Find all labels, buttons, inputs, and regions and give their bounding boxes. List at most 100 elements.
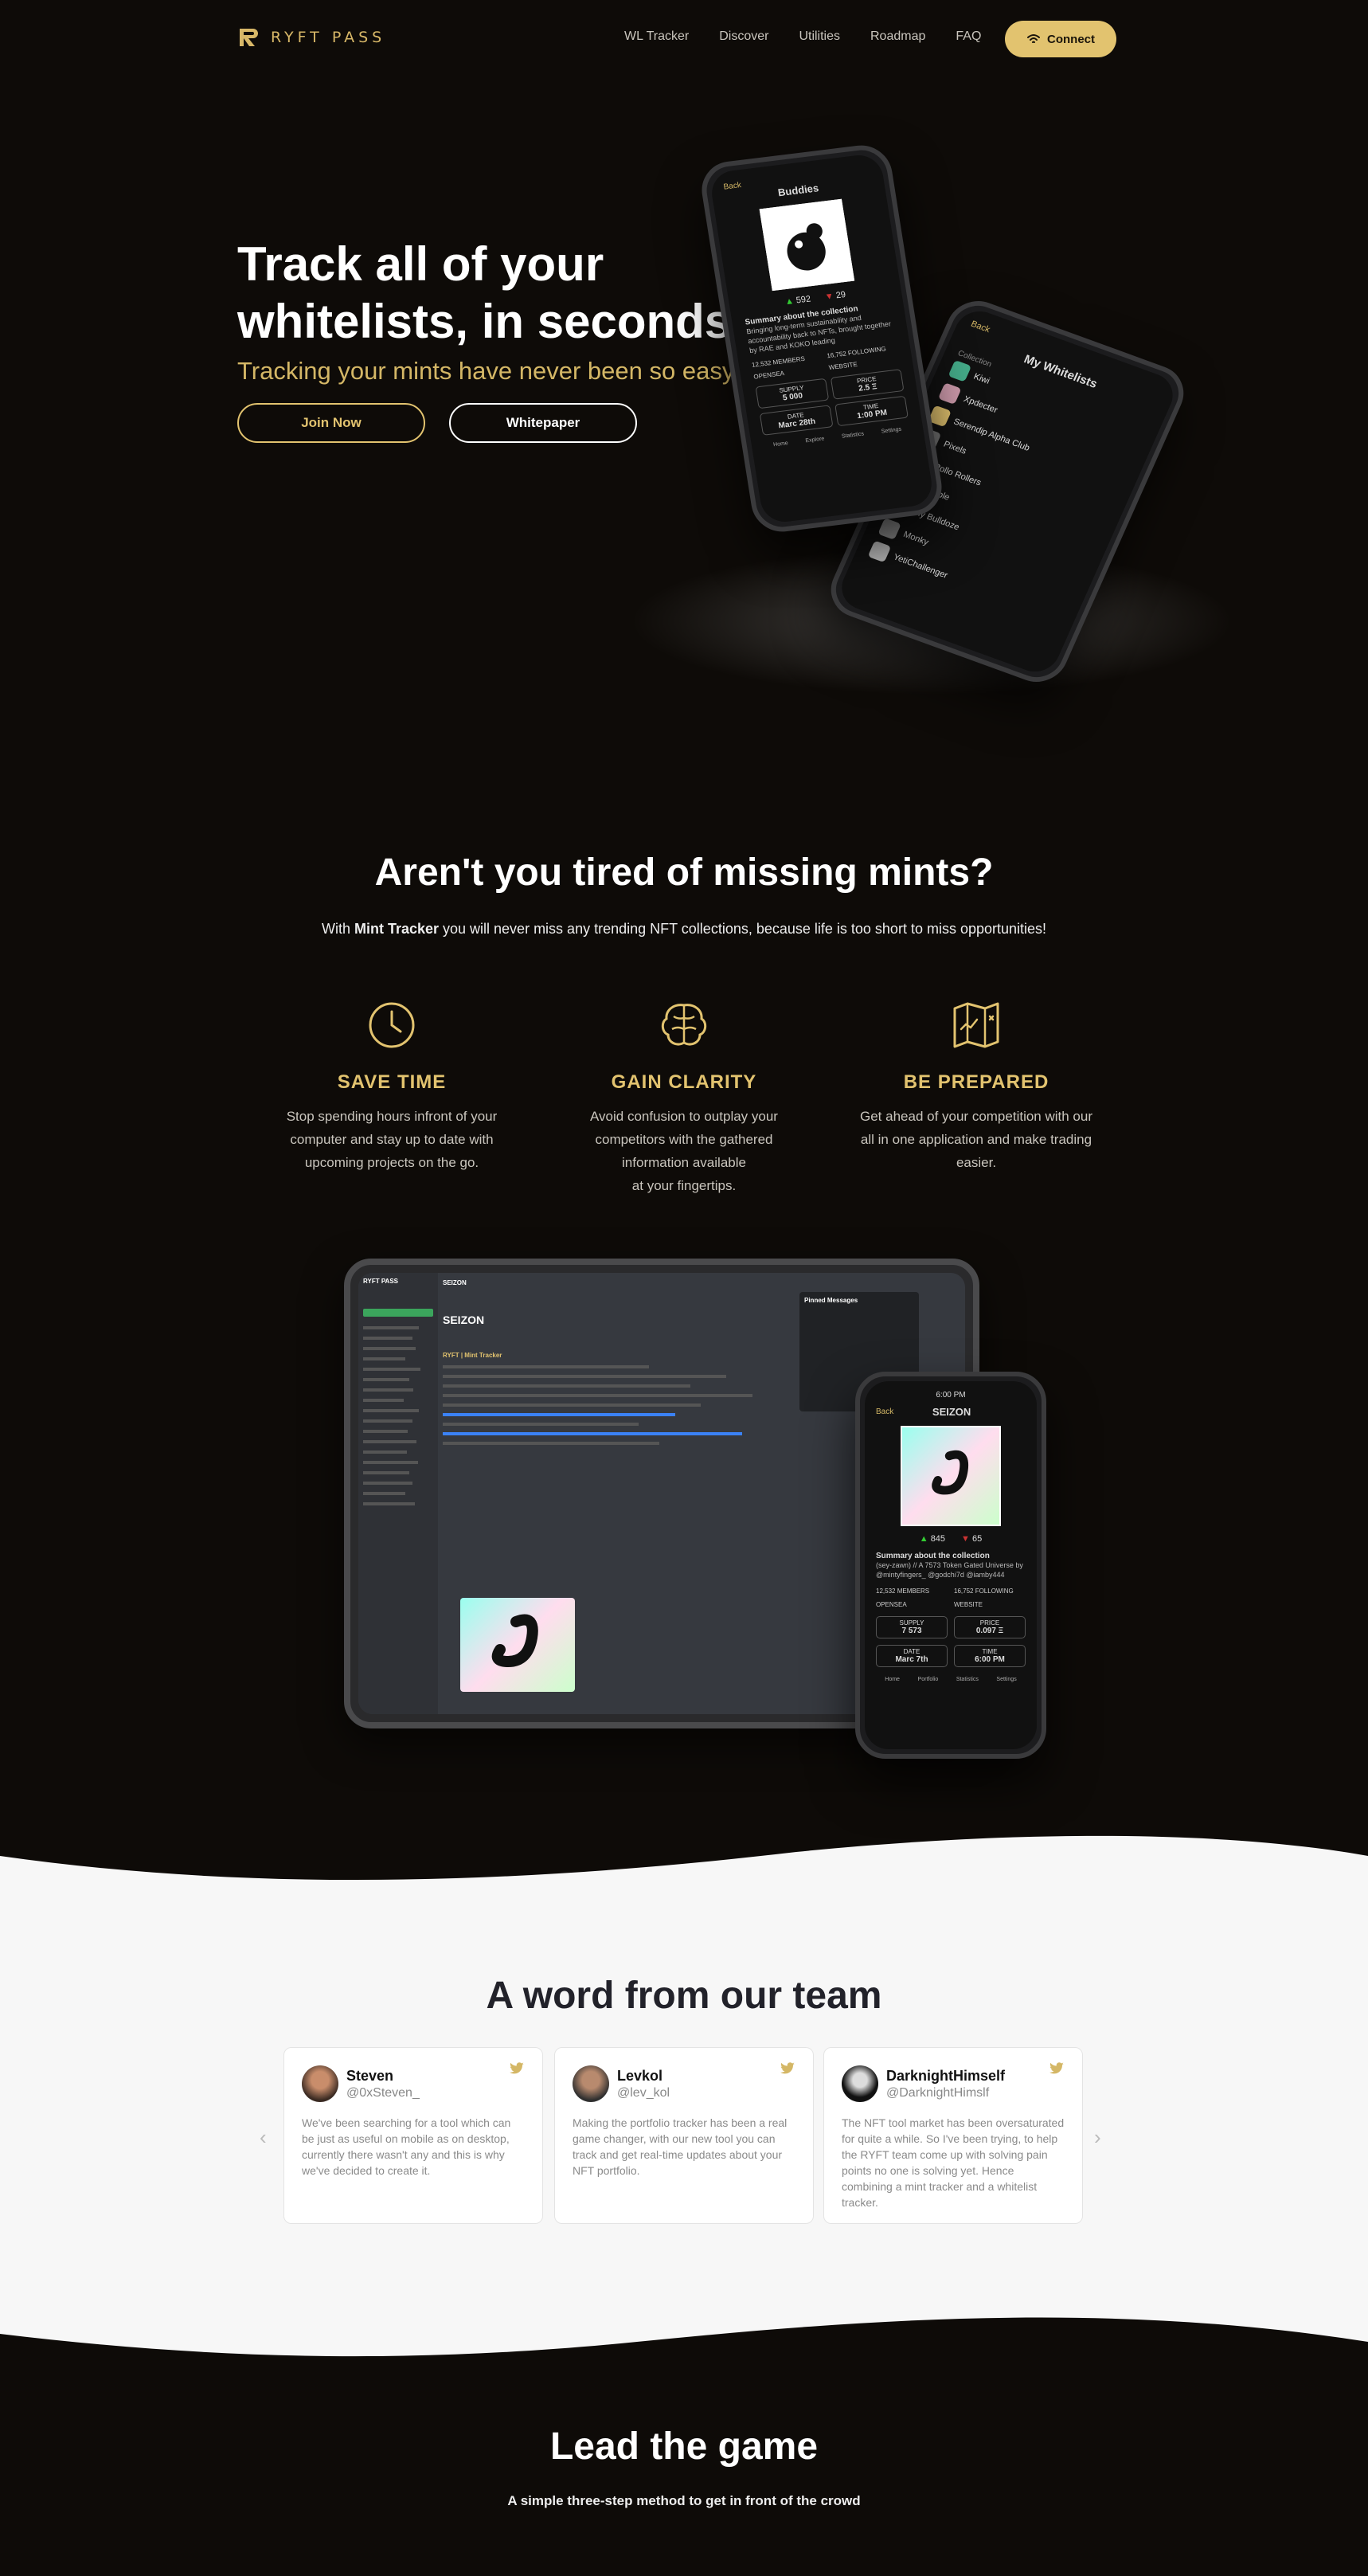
feature-title: SAVE TIME	[337, 1071, 447, 1093]
list-item-label: Xpdecter	[962, 394, 999, 416]
date-box: DATE Marc 28th	[759, 405, 834, 436]
buddies-art-icon	[787, 223, 826, 271]
collection-image	[759, 198, 855, 292]
channel-header: SEIZON	[443, 1279, 467, 1286]
avatar	[302, 2065, 338, 2102]
server-name: RYFT PASS	[363, 1278, 399, 1285]
supply-value: 7 573	[901, 1627, 922, 1635]
sub-post: you will never miss any trending NFT col…	[439, 921, 1047, 937]
carousel-prev-icon[interactable]: ‹	[260, 2125, 267, 2150]
author-name: Steven	[346, 2067, 394, 2084]
tab-portfolio[interactable]: Portfolio	[918, 1677, 939, 1682]
tab-settings[interactable]: Settings	[881, 427, 901, 435]
list-item-label: Kiwi	[971, 371, 991, 386]
author-name: Levkol	[617, 2067, 663, 2084]
tab-statistics[interactable]: Statistics	[842, 431, 865, 439]
tab-explore[interactable]: Explore	[805, 437, 825, 444]
tab-home[interactable]: Home	[885, 1677, 900, 1682]
avatar	[842, 2065, 878, 2102]
top-navbar: RYFT PASS WL Tracker Discover Utilities …	[0, 0, 1368, 76]
time-box: TIME 1:00 PM	[834, 395, 909, 427]
nav-link-roadmap[interactable]: Roadmap	[870, 29, 925, 44]
feature-be-prepared: BE PREPARED Get ahead of your competitio…	[849, 997, 1104, 1174]
twitter-icon[interactable]	[780, 2062, 795, 2075]
tab-statistics[interactable]: Statistics	[956, 1677, 979, 1682]
logo[interactable]: RYFT PASS	[237, 25, 385, 49]
connect-button[interactable]: Connect	[1005, 21, 1116, 57]
feature-line: all in one application and make trading	[860, 1132, 1092, 1147]
date-value: Marc 7th	[895, 1655, 928, 1664]
supply-label: SUPPLY	[899, 1619, 924, 1627]
tab-settings[interactable]: Settings	[996, 1677, 1016, 1682]
up-arrow-icon: ▲	[919, 1534, 928, 1544]
downvote-count: ▼ 29	[824, 290, 846, 302]
down-arrow-icon: ▼	[961, 1534, 970, 1544]
downvote-value: 65	[972, 1534, 983, 1544]
seizon-logo-icon	[491, 1614, 538, 1668]
section-title-missing-mints: Aren't you tired of missing mints?	[374, 851, 994, 894]
nav-links: WL Tracker Discover Utilities Roadmap FA…	[624, 29, 981, 44]
phone-tab-bar: Home Portfolio Statistics Settings	[876, 1677, 1026, 1682]
opensea-link[interactable]: OPENSEA	[876, 1601, 948, 1608]
feature-line: easier.	[956, 1155, 997, 1170]
avatar	[573, 2065, 609, 2102]
collection-title: SEIZON	[932, 1406, 971, 1418]
upvote-count: ▲ 845	[920, 1534, 945, 1544]
join-now-button[interactable]: Join Now	[237, 403, 425, 443]
feature-save-time: SAVE TIME Stop spending hours infront of…	[264, 997, 519, 1174]
back-link[interactable]: Back	[876, 1407, 893, 1416]
members-count: 12,532 MEMBERS	[876, 1587, 930, 1595]
upvote-value: 845	[930, 1534, 946, 1544]
wallet-connect-icon	[1027, 34, 1040, 43]
feature-gain-clarity: GAIN CLARITY Avoid confusion to outplay …	[557, 997, 811, 1197]
upvote-value: 592	[795, 294, 812, 306]
down-arrow-icon: ▼	[824, 291, 834, 303]
following-count: 16,752 FOLLOWING	[954, 1587, 1014, 1595]
testimonial-text: The NFT tool market has been oversaturat…	[842, 2116, 1065, 2209]
logo-mark-icon	[240, 29, 258, 46]
supply-box: SUPPLY 5 000	[755, 378, 830, 409]
nav-link-faq[interactable]: FAQ	[956, 29, 981, 44]
feature-text: Avoid confusion to outplay your competit…	[557, 1105, 811, 1197]
carousel-next-icon[interactable]: ›	[1094, 2125, 1101, 2150]
feature-line: Stop spending hours infront of your	[286, 1109, 498, 1124]
whitepaper-button[interactable]: Whitepaper	[449, 403, 637, 443]
team-section-title: A word from our team	[486, 1975, 882, 2017]
up-arrow-icon: ▲	[784, 296, 795, 307]
nav-link-discover[interactable]: Discover	[719, 29, 768, 44]
feature-line: computer and stay up to date with	[290, 1132, 494, 1147]
downvote-count: ▼ 65	[961, 1534, 982, 1544]
time-box: TIME 6:00 PM	[954, 1645, 1026, 1667]
hero-phone-buddies: Back Buddies ▲ 592 ▼ 29 Summary about th…	[698, 142, 946, 535]
website-link[interactable]: WEBSITE	[954, 1601, 1026, 1608]
supply-box: SUPPLY 7 573	[876, 1616, 948, 1638]
feature-title: GAIN CLARITY	[611, 1071, 757, 1093]
map-icon	[953, 1002, 999, 1048]
nav-link-wl-tracker[interactable]: WL Tracker	[624, 29, 689, 44]
date-box: DATE Marc 7th	[876, 1645, 948, 1667]
list-item-label: Monky	[901, 530, 930, 548]
nav-link-utilities[interactable]: Utilities	[799, 29, 840, 44]
green-button[interactable]	[363, 1309, 433, 1317]
sub-pre: With	[321, 921, 354, 937]
hero-title-line2: whitelists, in seconds.	[237, 295, 745, 348]
hero-title-line1: Track all of your	[237, 237, 604, 291]
testimonial-text: We've been searching for a tool which ca…	[302, 2116, 511, 2177]
feature-line: competitors with the gathered	[595, 1132, 773, 1147]
time-value: 6:00 PM	[975, 1655, 1005, 1664]
clock-icon	[369, 1002, 415, 1048]
tab-home[interactable]: Home	[773, 440, 789, 448]
date-label: DATE	[903, 1648, 920, 1655]
hero-subtitle: Tracking your mints have never been so e…	[237, 357, 741, 385]
testimonial-card: Levkol @lev_kol Making the portfolio trac…	[554, 2047, 814, 2224]
feature-text: Get ahead of your competition with our a…	[849, 1105, 1104, 1174]
brain-icon	[661, 1004, 707, 1046]
upvote-count: ▲ 592	[784, 294, 811, 307]
twitter-icon[interactable]	[509, 2062, 525, 2075]
price-value: 0.097 Ξ	[975, 1627, 1004, 1635]
feature-line: at your fingertips.	[631, 1178, 737, 1193]
testimonial-card: Steven @0xSteven_ We've been searching fo…	[283, 2047, 543, 2224]
discord-sidebar: RYFT PASS	[358, 1273, 438, 1714]
twitter-icon[interactable]	[1049, 2062, 1065, 2075]
price-label: PRICE	[979, 1619, 1000, 1627]
